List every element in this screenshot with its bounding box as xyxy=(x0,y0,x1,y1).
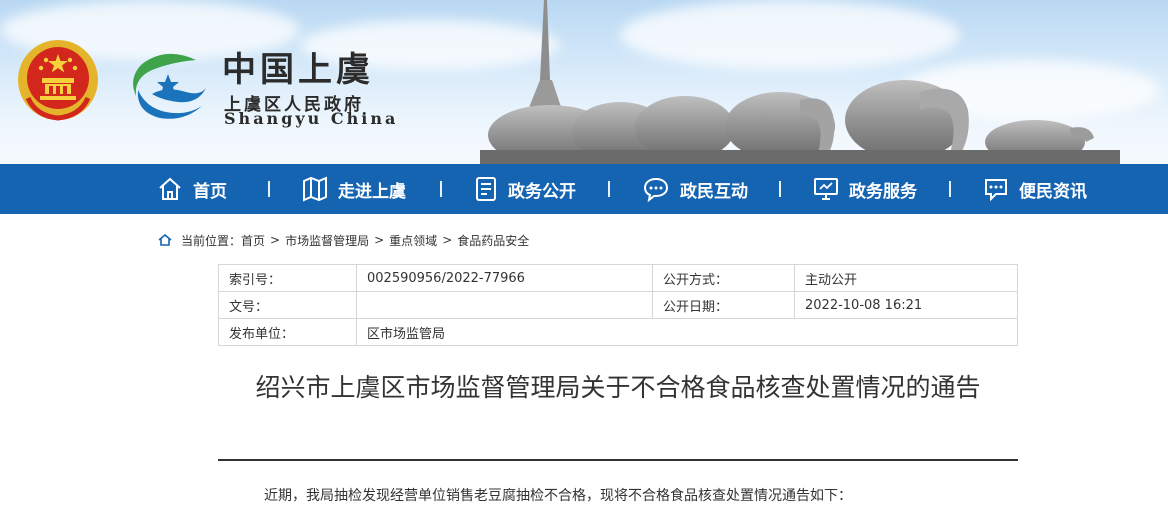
nav-separator xyxy=(268,181,270,197)
open-date-value: 2022-10-08 16:21 xyxy=(794,291,1018,319)
nav-item-label: 政务公开 xyxy=(508,181,576,202)
nav-item-label: 政务服务 xyxy=(849,181,917,202)
table-row: 发布单位： 区市场监管局 xyxy=(218,318,1018,346)
publisher-value: 区市场监管局 xyxy=(356,318,1018,346)
header-banner: 中国上虞 上虞区人民政府 Shangyu China xyxy=(0,0,1168,164)
nav-item-about-shangyu[interactable]: 走进上虞 xyxy=(302,164,406,214)
monitor-icon xyxy=(814,178,838,200)
open-date-label: 公开日期： xyxy=(652,291,795,319)
index-value: 002590956/2022-77966 xyxy=(356,264,653,292)
doc-no-value xyxy=(356,291,653,319)
open-mode-value: 主动公开 xyxy=(794,264,1018,292)
nav-item-public-interaction[interactable]: 政民互动 xyxy=(642,164,748,214)
national-emblem-icon xyxy=(18,40,98,121)
breadcrumb-item[interactable]: 首页 xyxy=(241,232,265,249)
nav-item-public-info[interactable]: 便民资讯 xyxy=(983,164,1087,214)
open-mode-label: 公开方式： xyxy=(652,264,795,292)
elephant-sculpture-image xyxy=(480,0,1120,164)
nav-item-label: 政民互动 xyxy=(680,181,748,202)
nav-separator xyxy=(608,181,610,197)
nav-item-label: 便民资讯 xyxy=(1019,181,1087,202)
table-row: 文号： 公开日期： 2022-10-08 16:21 xyxy=(218,291,1018,319)
breadcrumb: 当前位置： 首页 > 市场监督管理局 > 重点领域 > 食品药品安全 xyxy=(158,231,529,249)
article-meta-table: 索引号： 002590956/2022-77966 公开方式： 主动公开 文号：… xyxy=(218,264,1018,346)
breadcrumb-separator: > xyxy=(442,233,453,247)
home-icon xyxy=(158,234,172,246)
nav-item-label: 首页 xyxy=(193,181,227,202)
shangyu-logo-icon xyxy=(133,53,206,119)
main-nav: 首页 走进上虞 政务公开 政民互动 政务服务 便民资讯 xyxy=(0,164,1168,214)
breadcrumb-item[interactable]: 食品药品安全 xyxy=(457,232,529,249)
chat-icon xyxy=(643,177,669,202)
breadcrumb-separator: > xyxy=(270,233,281,247)
site-subtitle-en: Shangyu China xyxy=(224,109,399,128)
breadcrumb-separator: > xyxy=(374,233,385,247)
nav-item-home[interactable]: 首页 xyxy=(157,164,227,214)
nav-separator xyxy=(779,181,781,197)
index-label: 索引号： xyxy=(218,264,357,292)
site-title: 中国上虞 xyxy=(222,50,374,90)
message-icon xyxy=(985,179,1007,202)
title-divider xyxy=(218,459,1018,461)
nav-item-gov-services[interactable]: 政务服务 xyxy=(813,164,917,214)
doc-no-label: 文号： xyxy=(218,291,357,319)
nav-separator xyxy=(440,181,442,197)
home-icon xyxy=(159,177,181,200)
table-row: 索引号： 002590956/2022-77966 公开方式： 主动公开 xyxy=(218,264,1018,292)
nav-item-label: 走进上虞 xyxy=(338,181,406,202)
article-intro: 近期，我局抽检发现经营单位销售老豆腐抽检不合格，现将不合格食品核查处置情况通告如… xyxy=(264,488,852,504)
breadcrumb-item[interactable]: 市场监督管理局 xyxy=(285,232,369,249)
document-icon xyxy=(476,177,496,201)
publisher-label: 发布单位： xyxy=(218,318,357,346)
nav-item-gov-affairs-open[interactable]: 政务公开 xyxy=(474,164,576,214)
map-icon xyxy=(303,176,327,202)
article-title: 绍兴市上虞区市场监督管理局关于不合格食品核查处置情况的通告 xyxy=(255,373,981,402)
nav-separator xyxy=(949,181,951,197)
breadcrumb-item[interactable]: 重点领域 xyxy=(389,232,437,249)
breadcrumb-prefix: 当前位置： xyxy=(181,233,242,248)
